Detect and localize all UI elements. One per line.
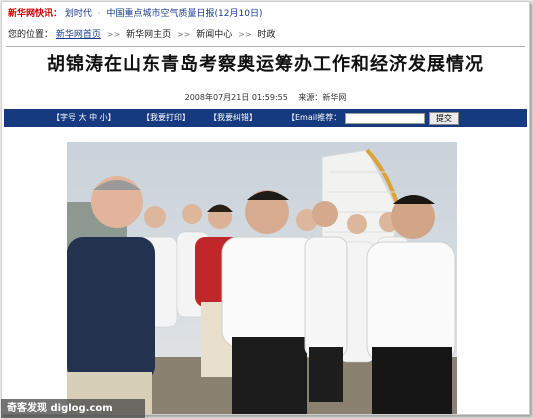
webpage-frame: 新华网快讯： 划时代 · 中国重点城市空气质量日报(12月10日) 您的位置： … (1, 1, 530, 415)
font-size-control[interactable]: 【字号 大 中 小】 (52, 109, 116, 127)
separator-dot: · (97, 9, 101, 19)
breadcrumb-home[interactable]: 新华网首页 (56, 30, 101, 40)
breadcrumb-prefix: 您的位置： (8, 30, 54, 40)
print-button[interactable]: 【我要打印】 (142, 109, 190, 127)
chevron-right-icon: >> (238, 30, 252, 39)
email-label: 【Email推荐： (287, 113, 342, 122)
news-flash-bar: 新华网快讯： 划时代 · 中国重点城市空气质量日报(12月10日) (8, 7, 523, 21)
submit-button[interactable]: 提交 (429, 112, 459, 125)
news-flash-item-2[interactable]: 中国重点城市空气质量日报(12月10日) (107, 9, 263, 19)
news-flash-item-1[interactable]: 划时代 (65, 9, 92, 19)
article-meta: 2008年07月21日 01:59:55 来源：新华网 (2, 92, 529, 104)
site-watermark: 奇客发现 diglog.com (1, 399, 145, 418)
chevron-right-icon: >> (176, 30, 191, 39)
email-input[interactable] (345, 113, 425, 124)
breadcrumb: 您的位置： 新华网首页 >> 新华网主页 >> 新闻中心 >> 时政 (8, 28, 275, 42)
chevron-right-icon: >> (106, 30, 121, 39)
article-toolbar: 【字号 大 中 小】 【我要打印】 【我要纠错】 【Email推荐： 提交 (4, 109, 527, 127)
article-datetime: 2008年07月21日 01:59:55 (184, 93, 288, 102)
breadcrumb-main[interactable]: 新华网主页 (126, 30, 171, 40)
breadcrumb-politics[interactable]: 时政 (257, 30, 275, 40)
breadcrumb-news-center[interactable]: 新闻中心 (196, 30, 232, 40)
news-flash-label: 新华网快讯： (8, 9, 63, 19)
article-title: 胡锦涛在山东青岛考察奥运筹办工作和经济发展情况 (47, 54, 484, 75)
news-photo (67, 142, 457, 414)
divider (6, 46, 525, 47)
photo-illustration (67, 142, 457, 414)
report-error-button[interactable]: 【我要纠错】 (209, 109, 257, 127)
article-source: 来源：新华网 (298, 93, 347, 102)
